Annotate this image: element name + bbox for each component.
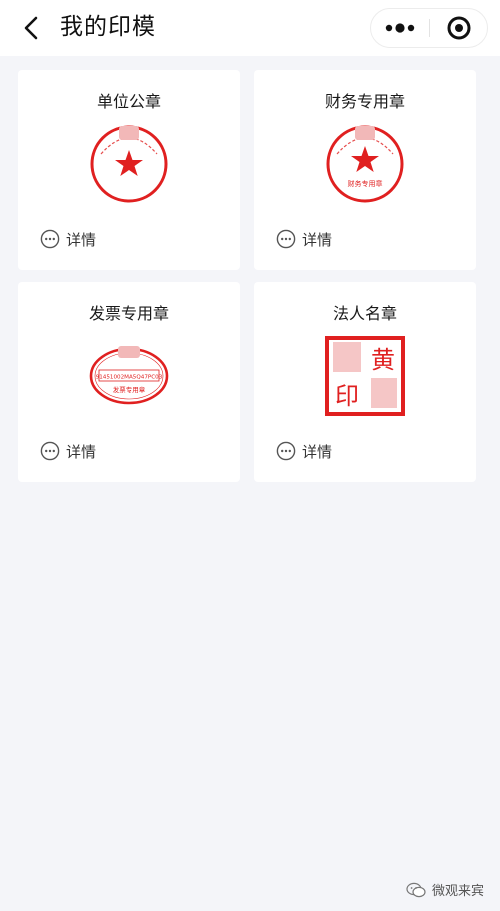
detail-link[interactable]: 详情 bbox=[276, 228, 332, 250]
detail-label: 详情 bbox=[66, 230, 97, 249]
seal-card-finance[interactable]: 财务专用章 财务专用章 详情 bbox=[254, 70, 476, 270]
detail-label: 详情 bbox=[302, 230, 333, 249]
mini-program-capsule bbox=[370, 8, 488, 48]
page-title: 我的印模 bbox=[60, 14, 156, 40]
target-close-icon bbox=[447, 16, 471, 40]
legal-seal-char-2: 印 bbox=[335, 382, 359, 410]
legal-person-seal-image: 黄 印 bbox=[325, 336, 405, 416]
watermark-text: 微观来宾 bbox=[431, 884, 484, 899]
invoice-seal-subtext: 发票专用章 bbox=[113, 385, 146, 394]
detail-label: 详情 bbox=[302, 442, 333, 461]
detail-link[interactable]: 详情 bbox=[40, 440, 96, 462]
company-seal-image bbox=[90, 125, 168, 203]
seal-card-title: 单位公章 bbox=[96, 92, 161, 111]
seal-card-legal-person[interactable]: 法人名章 黄 印 详情 bbox=[254, 282, 476, 482]
more-circle-icon bbox=[276, 229, 296, 249]
seal-card-title: 发票专用章 bbox=[88, 304, 169, 323]
seal-card-title: 财务专用章 bbox=[324, 92, 405, 111]
invoice-seal-image: 91451002MA5Q47PC03 发票专用章 bbox=[89, 346, 169, 405]
detail-link[interactable]: 详情 bbox=[276, 440, 332, 462]
more-circle-icon bbox=[276, 441, 296, 461]
close-button[interactable] bbox=[430, 9, 488, 47]
navigation-bar: 我的印模 bbox=[0, 0, 500, 56]
watermark: 微观来宾 bbox=[406, 880, 484, 899]
back-button[interactable] bbox=[14, 10, 50, 46]
more-dots-icon bbox=[385, 23, 415, 33]
seal-card-title: 法人名章 bbox=[332, 304, 397, 323]
seal-card-invoice[interactable]: 发票专用章 91451002MA5Q47PC03 发票专用章 详情 bbox=[18, 282, 240, 482]
finance-seal-image: 财务专用章 bbox=[326, 125, 404, 203]
invoice-tax-number: 91451002MA5Q47PC03 bbox=[96, 375, 163, 381]
seal-card-company[interactable]: 单位公章 详情 bbox=[18, 70, 240, 270]
wechat-icon bbox=[406, 882, 426, 897]
chevron-left-icon bbox=[24, 16, 38, 40]
more-button[interactable] bbox=[371, 9, 429, 47]
detail-label: 详情 bbox=[66, 442, 97, 461]
detail-link[interactable]: 详情 bbox=[40, 228, 96, 250]
finance-seal-subtext: 财务专用章 bbox=[348, 179, 383, 188]
more-circle-icon bbox=[40, 441, 60, 461]
legal-seal-char-1: 黄 bbox=[371, 346, 395, 374]
more-circle-icon bbox=[40, 229, 60, 249]
